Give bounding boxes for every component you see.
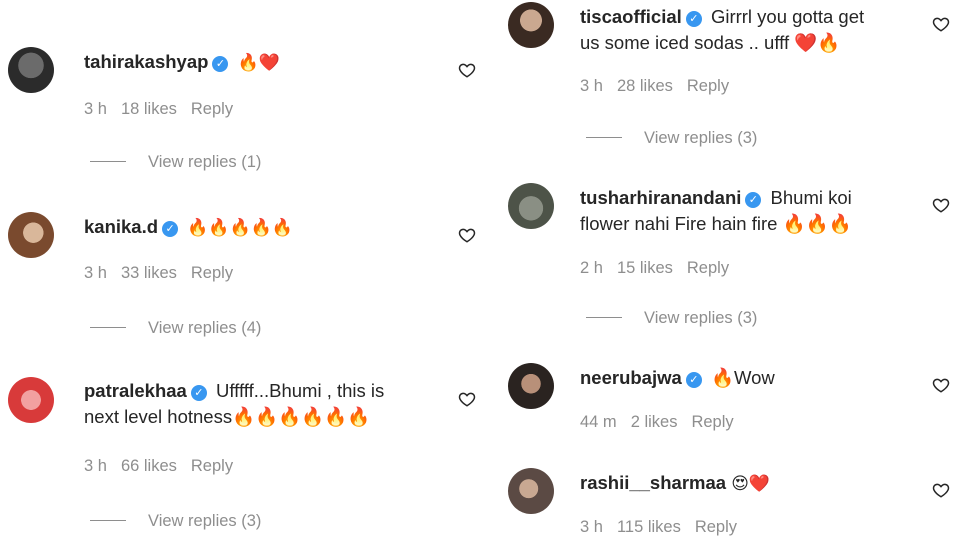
username[interactable]: tahirakashyap <box>84 51 208 72</box>
comment-text-line2: flower nahi Fire hain fire 🔥🔥🔥 <box>580 213 852 234</box>
divider <box>586 137 622 138</box>
timestamp: 3 h <box>84 264 107 282</box>
comments-column-left: tahirakashyap ✓ 🔥❤️ 3 h 18 likes Reply View… <box>0 0 490 540</box>
comment-text: 🔥Wow <box>710 367 775 388</box>
comment-body: neerubajwa ✓ 🔥Wow <box>580 365 775 391</box>
comment-text-line2: next level hotness🔥🔥🔥🔥🔥🔥 <box>84 406 371 427</box>
timestamp: 3 h <box>580 77 603 95</box>
heart-outline-icon[interactable] <box>458 390 476 408</box>
avatar[interactable] <box>8 212 54 258</box>
avatar[interactable] <box>8 377 54 423</box>
verified-badge-icon: ✓ <box>685 372 702 388</box>
comment-text: 🔥❤️ <box>237 53 280 73</box>
username[interactable]: tiscaofficial <box>580 6 682 27</box>
reply-button[interactable]: Reply <box>695 518 737 536</box>
comment-text: Bhumi koi <box>770 187 852 208</box>
view-replies-button[interactable]: View replies (4) <box>90 319 261 338</box>
comment-meta: 3 h 18 likes Reply <box>84 100 247 119</box>
timestamp: 3 h <box>84 457 107 475</box>
heart-outline-icon[interactable] <box>932 15 950 33</box>
verified-badge-icon: ✓ <box>190 385 207 401</box>
comment-body: patralekhaa ✓ Ufffff...Bhumi , this is ne… <box>84 378 384 430</box>
heart-outline-icon[interactable] <box>932 376 950 394</box>
comment-meta: 3 h 66 likes Reply <box>84 457 247 476</box>
verified-badge-icon: ✓ <box>745 192 762 208</box>
comment-body: kanika.d ✓ 🔥🔥🔥🔥🔥 <box>84 214 293 241</box>
verified-badge-icon: ✓ <box>162 221 179 237</box>
comment-text: Girrrl you gotta get <box>710 6 865 27</box>
divider <box>90 520 126 521</box>
likes-count[interactable]: 66 likes <box>121 457 177 475</box>
comment-text: 🔥🔥🔥🔥🔥 <box>187 218 294 238</box>
avatar[interactable] <box>508 363 554 409</box>
likes-count[interactable]: 33 likes <box>121 264 177 282</box>
view-replies-label: View replies (3) <box>644 309 758 327</box>
reply-button[interactable]: Reply <box>191 100 233 118</box>
view-replies-button[interactable]: View replies (3) <box>586 129 757 148</box>
view-replies-label: View replies (1) <box>148 153 262 171</box>
verified-badge-icon: ✓ <box>685 11 702 27</box>
heart-outline-icon[interactable] <box>458 61 476 79</box>
likes-count[interactable]: 2 likes <box>631 413 678 431</box>
comment-meta: 3 h 33 likes Reply <box>84 264 247 283</box>
reply-button[interactable]: Reply <box>191 457 233 475</box>
timestamp: 3 h <box>84 100 107 118</box>
comment-body: rashii__sharmaa 😍❤️ <box>580 470 770 497</box>
view-replies-button[interactable]: View replies (3) <box>586 309 757 328</box>
comment-body: tiscaofficial ✓ Girrrl you gotta get us s… <box>580 4 864 56</box>
avatar[interactable] <box>508 468 554 514</box>
comment-meta: 44 m 2 likes Reply <box>580 413 748 432</box>
view-replies-button[interactable]: View replies (1) <box>90 153 261 172</box>
comment-meta: 3 h 115 likes Reply <box>580 518 751 537</box>
view-replies-label: View replies (3) <box>644 129 758 147</box>
timestamp: 2 h <box>580 259 603 277</box>
view-replies-label: View replies (3) <box>148 512 262 530</box>
heart-outline-icon[interactable] <box>932 481 950 499</box>
divider <box>586 317 622 318</box>
likes-count[interactable]: 15 likes <box>617 259 673 277</box>
avatar[interactable] <box>8 47 54 93</box>
comment-meta: 3 h 28 likes Reply <box>580 77 743 96</box>
likes-count[interactable]: 18 likes <box>121 100 177 118</box>
username[interactable]: neerubajwa <box>580 367 682 388</box>
reply-button[interactable]: Reply <box>687 77 729 95</box>
comment-text-line2: us some iced sodas .. ufff ❤️🔥 <box>580 32 841 53</box>
reply-button[interactable]: Reply <box>191 264 233 282</box>
avatar[interactable] <box>508 2 554 48</box>
comment-text: 😍❤️ <box>731 474 771 494</box>
divider <box>90 161 126 162</box>
divider <box>90 327 126 328</box>
comment-text: Ufffff...Bhumi , this is <box>215 380 385 401</box>
username[interactable]: patralekhaa <box>84 380 187 401</box>
view-replies-label: View replies (4) <box>148 319 262 337</box>
comment-body: tusharhiranandani ✓ Bhumi koi flower nahi… <box>580 185 852 237</box>
timestamp: 3 h <box>580 518 603 536</box>
username[interactable]: rashii__sharmaa <box>580 472 726 493</box>
likes-count[interactable]: 28 likes <box>617 77 673 95</box>
comment-meta: 2 h 15 likes Reply <box>580 259 743 278</box>
heart-outline-icon[interactable] <box>458 226 476 244</box>
username[interactable]: tusharhiranandani <box>580 187 741 208</box>
likes-count[interactable]: 115 likes <box>617 518 681 536</box>
timestamp: 44 m <box>580 413 617 431</box>
comment-body: tahirakashyap ✓ 🔥❤️ <box>84 49 280 76</box>
verified-badge-icon: ✓ <box>212 56 229 72</box>
heart-outline-icon[interactable] <box>932 196 950 214</box>
comments-column-right: tiscaofficial ✓ Girrrl you gotta get us s… <box>495 0 960 540</box>
view-replies-button[interactable]: View replies (3) <box>90 512 261 531</box>
reply-button[interactable]: Reply <box>691 413 733 431</box>
avatar[interactable] <box>508 183 554 229</box>
reply-button[interactable]: Reply <box>687 259 729 277</box>
username[interactable]: kanika.d <box>84 216 158 237</box>
